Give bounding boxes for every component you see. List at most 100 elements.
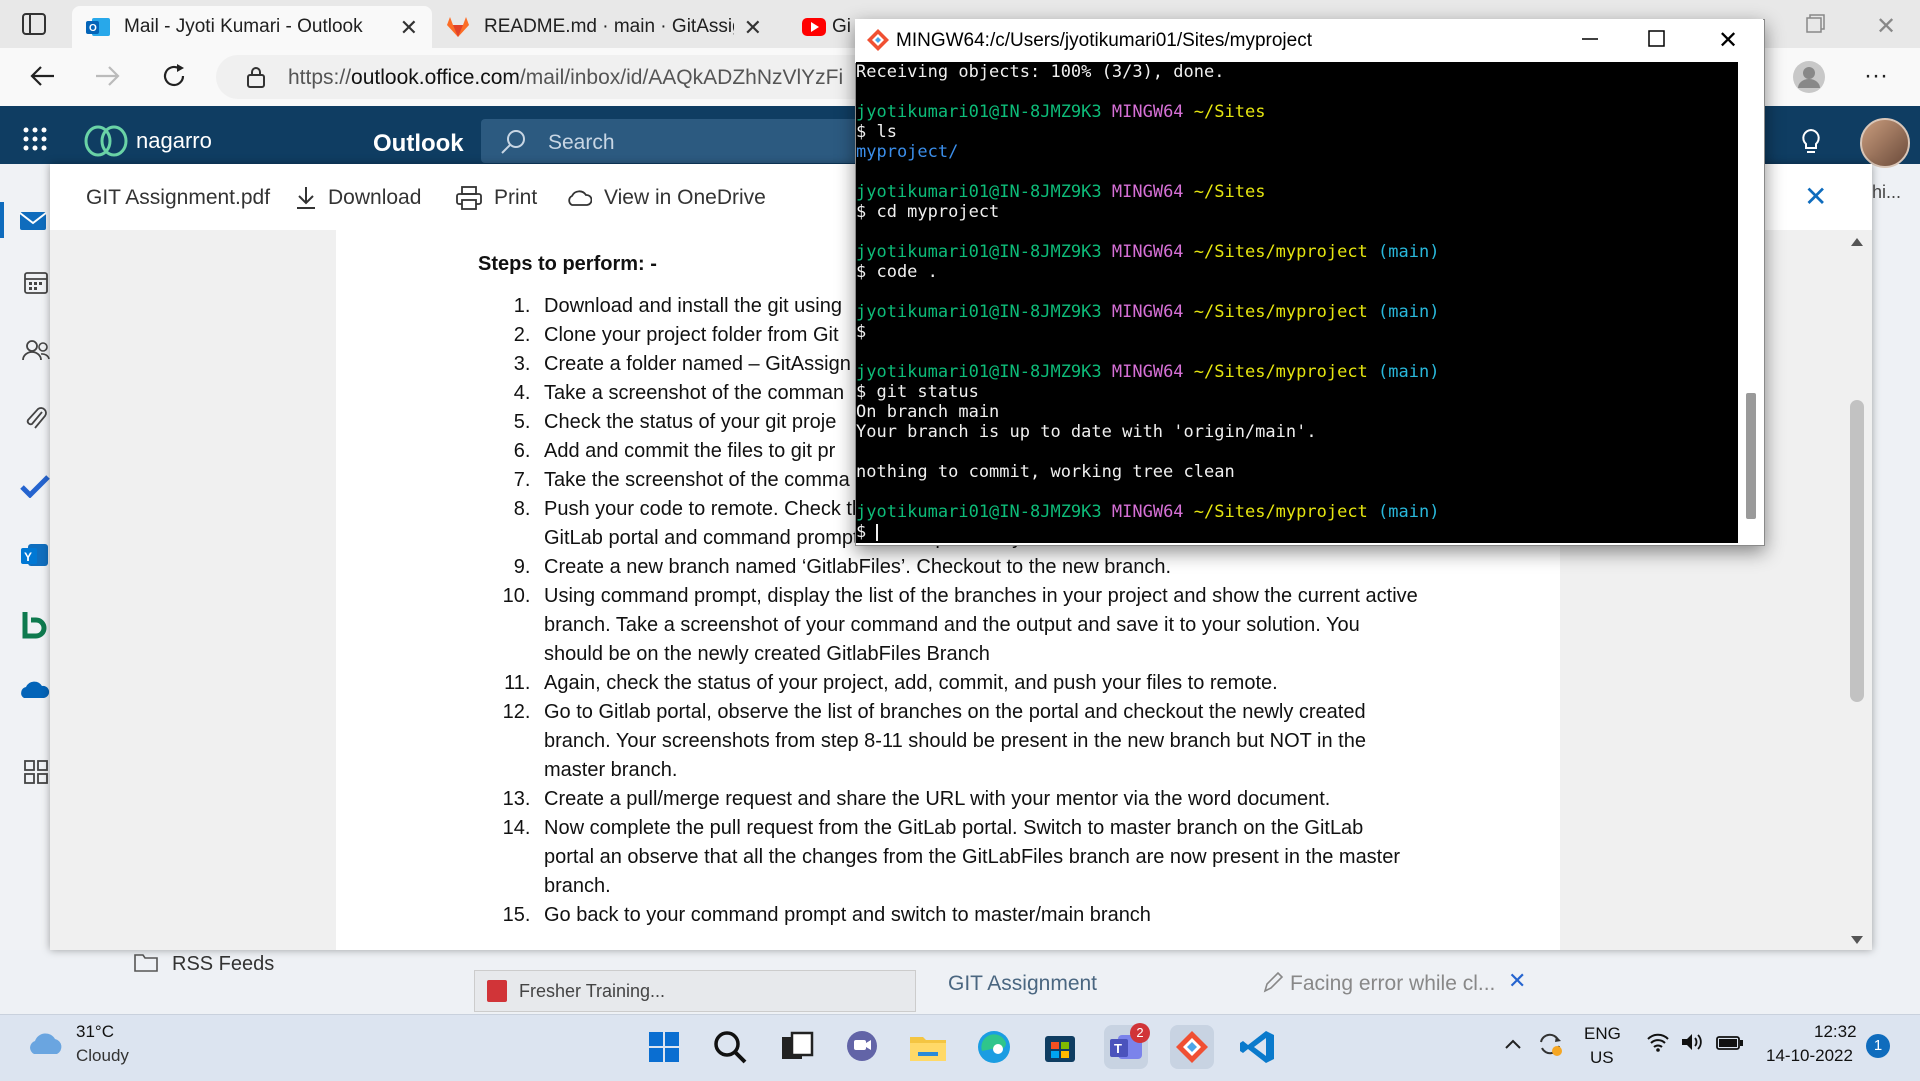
url-path: /mail/inbox/id/AAQkADZhNzVlYzFi	[519, 66, 844, 89]
terminal-scroll-thumb[interactable]	[1746, 393, 1756, 519]
battery-icon[interactable]	[1716, 1036, 1744, 1050]
tab-youtube[interactable]: Gi	[792, 6, 862, 48]
file-explorer-icon[interactable]	[906, 1025, 950, 1069]
vscode-icon[interactable]	[1236, 1025, 1280, 1069]
app-launcher-icon[interactable]	[22, 126, 48, 152]
print-label: Print	[494, 186, 538, 209]
list-item: Go to Gitlab portal, observe the list of…	[536, 698, 1418, 785]
more-apps-icon[interactable]	[24, 760, 48, 784]
edit-draft-icon	[1262, 970, 1284, 994]
close-icon[interactable]: ✕	[1718, 26, 1738, 55]
language-code[interactable]: ENG	[1584, 1024, 1621, 1044]
view-in-onedrive-button[interactable]: View in OneDrive	[566, 186, 766, 210]
profile-name-partial: hi...	[1872, 182, 1902, 202]
lock-icon[interactable]	[246, 66, 266, 88]
clock-time[interactable]: 12:32	[1814, 1022, 1857, 1042]
language-region[interactable]: US	[1590, 1048, 1614, 1068]
app-rail: Y	[0, 164, 56, 1014]
mail-subject[interactable]: GIT Assignment	[948, 972, 1097, 996]
git-bash-taskbar-icon[interactable]	[1170, 1025, 1214, 1069]
url-prefix: https://	[288, 66, 352, 89]
onedrive-icon[interactable]	[18, 680, 50, 700]
weather-desc[interactable]: Cloudy	[76, 1046, 129, 1066]
avatar[interactable]	[1860, 118, 1910, 168]
tips-lightbulb-icon[interactable]	[1800, 128, 1822, 156]
viewer-scroll-thumb[interactable]	[1850, 400, 1864, 702]
show-hidden-icons[interactable]	[1504, 1038, 1522, 1050]
app-title[interactable]: Outlook	[373, 130, 464, 158]
tab-actions-icon[interactable]	[22, 13, 46, 35]
list-item: Using command prompt, display the list o…	[536, 582, 1418, 669]
onedrive-label: View in OneDrive	[604, 186, 766, 209]
taskbar	[0, 1014, 1920, 1081]
people-icon[interactable]	[22, 338, 50, 362]
close-window-icon[interactable]: ✕	[1876, 12, 1896, 41]
yammer-icon[interactable]: Y	[20, 542, 50, 570]
print-button[interactable]: Print	[456, 186, 537, 210]
svg-text:O: O	[89, 23, 97, 34]
git-bash-icon	[866, 28, 890, 52]
search-icon[interactable]	[708, 1025, 752, 1069]
cloud-icon	[566, 189, 592, 207]
attachment-name: Fresher Training...	[519, 981, 666, 1001]
download-button[interactable]: Download	[296, 186, 421, 210]
clock-date[interactable]: 14-10-2022	[1766, 1046, 1853, 1066]
draft-tab-label[interactable]: Facing error while cl...	[1290, 972, 1495, 996]
pdf-icon	[487, 980, 507, 1002]
profile-icon[interactable]	[1792, 60, 1826, 94]
close-tab-icon[interactable]: ✕	[744, 15, 762, 41]
url-domain: outlook.office.com	[351, 66, 520, 89]
attachment-icon[interactable]	[24, 406, 48, 432]
scroll-up-icon[interactable]	[1851, 238, 1863, 246]
back-icon[interactable]	[28, 64, 56, 88]
list-item: Again, check the status of your project,…	[536, 669, 1418, 698]
more-options-icon[interactable]: ···	[1864, 62, 1888, 90]
search-icon	[500, 129, 526, 155]
volume-icon[interactable]	[1680, 1032, 1704, 1052]
scroll-down-icon[interactable]	[1851, 936, 1863, 944]
close-draft-icon[interactable]: ✕	[1508, 968, 1526, 994]
close-viewer-icon[interactable]: ✕	[1804, 180, 1827, 213]
wifi-icon[interactable]	[1646, 1032, 1670, 1052]
svg-text:T: T	[1114, 1041, 1122, 1056]
edge-icon[interactable]	[972, 1025, 1016, 1069]
folder-rss-feeds[interactable]: RSS Feeds	[172, 953, 274, 976]
restore-window-icon[interactable]	[1806, 14, 1826, 34]
search-input[interactable]	[481, 119, 881, 163]
list-item: Create a new branch named ‘GitlabFiles’.…	[536, 553, 1418, 582]
terminal-cursor	[876, 523, 879, 541]
tab-label: Mail - Jyoti Kumari - Outlook	[124, 16, 363, 37]
nagarro-logo-icon	[84, 124, 128, 158]
store-icon[interactable]	[1038, 1025, 1082, 1069]
start-icon[interactable]	[642, 1025, 686, 1069]
tab-gitlab[interactable]: README.md · main · GitAssignme ✕	[432, 6, 772, 48]
teams-chat-icon[interactable]	[840, 1025, 884, 1069]
list-item: Now complete the pull request from the G…	[536, 814, 1418, 901]
outlook-tab-icon: O	[86, 16, 110, 38]
tab-label: Gi	[832, 16, 851, 37]
bookings-icon[interactable]	[22, 610, 48, 640]
weather-temp[interactable]: 31°C	[76, 1022, 114, 1042]
teams-badge: 2	[1130, 1023, 1150, 1043]
calendar-icon[interactable]	[24, 270, 48, 294]
attachment-chip[interactable]: Fresher Training...	[474, 970, 916, 1012]
terminal-title: MINGW64:/c/Users/jyotikumari01/Sites/myp…	[896, 30, 1312, 51]
print-icon	[456, 186, 482, 210]
download-label: Download	[328, 186, 422, 209]
list-item: Go back to your command prompt and switc…	[536, 901, 1418, 930]
forward-icon[interactable]	[94, 64, 122, 88]
minimize-icon[interactable]	[1580, 28, 1600, 48]
notification-badge[interactable]: 1	[1866, 1034, 1890, 1058]
task-view-icon[interactable]	[774, 1025, 818, 1069]
todo-icon[interactable]	[20, 474, 50, 498]
refresh-icon[interactable]	[160, 62, 188, 90]
svg-text:Y: Y	[24, 550, 32, 564]
youtube-icon	[802, 18, 826, 36]
list-item: Create a pull/merge request and share th…	[536, 785, 1418, 814]
tab-outlook[interactable]: O Mail - Jyoti Kumari - Outlook ✕	[72, 6, 432, 48]
maximize-icon[interactable]	[1648, 30, 1666, 48]
sync-icon[interactable]	[1536, 1030, 1564, 1058]
weather-cloud-icon[interactable]	[26, 1030, 66, 1056]
close-tab-icon[interactable]: ✕	[400, 15, 418, 41]
teams-icon[interactable]: T 2	[1104, 1023, 1150, 1069]
